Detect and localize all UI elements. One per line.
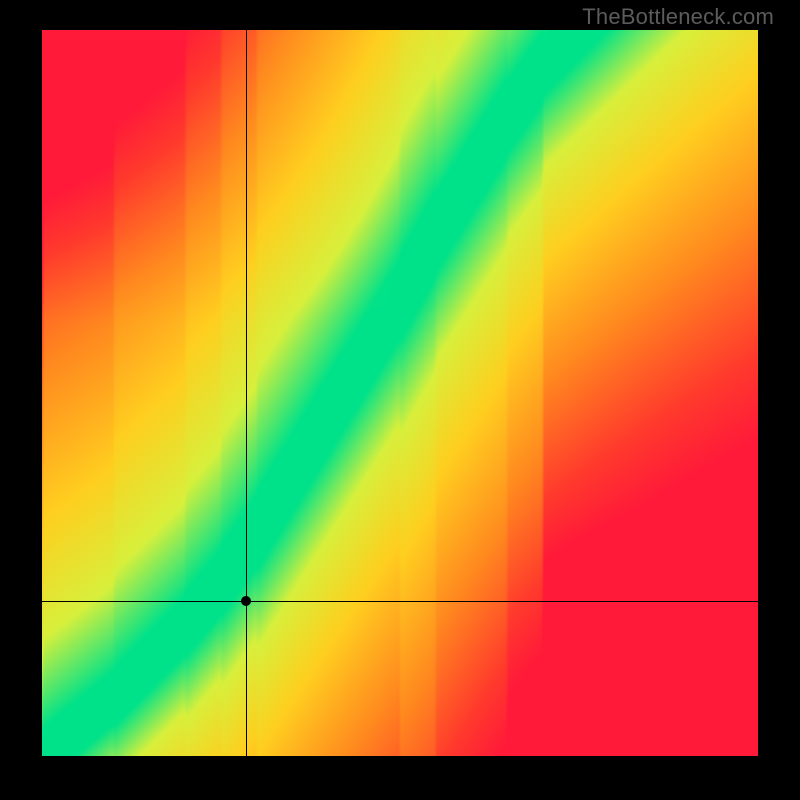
watermark-text: TheBottleneck.com [582, 4, 774, 30]
chart-frame: TheBottleneck.com [0, 0, 800, 800]
crosshair-vertical [246, 30, 247, 756]
plot-area [42, 30, 758, 756]
heatmap-canvas [42, 30, 758, 756]
crosshair-horizontal [42, 601, 758, 602]
